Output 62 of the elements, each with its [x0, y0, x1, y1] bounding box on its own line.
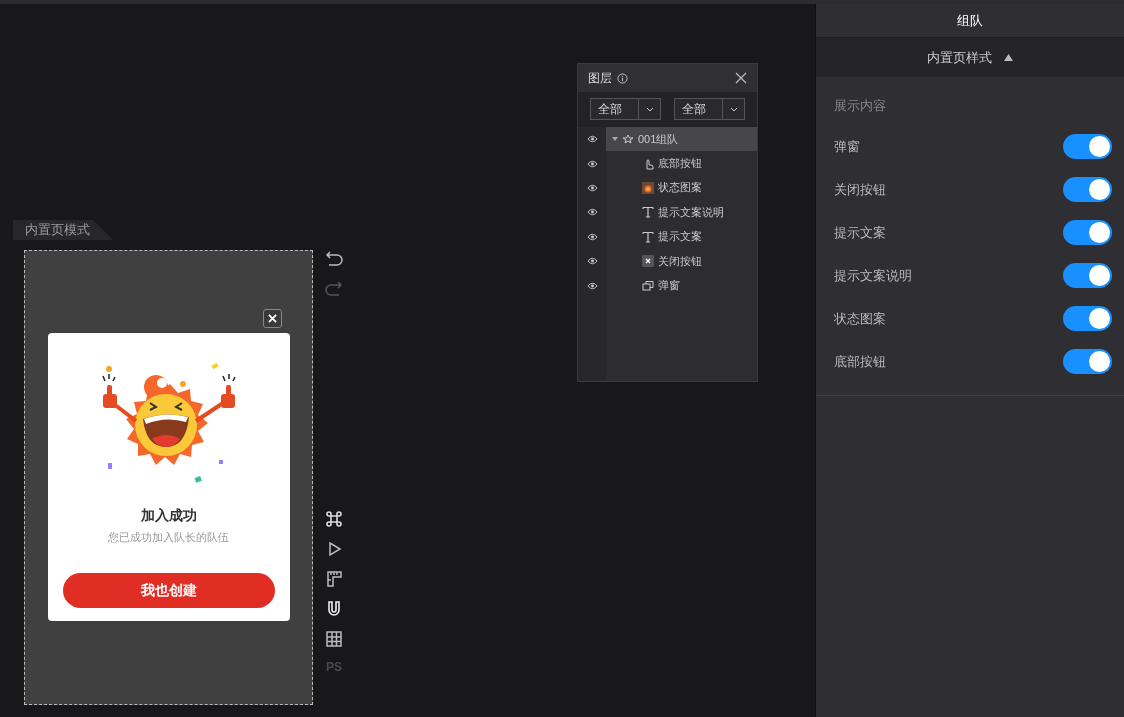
toggle-label: 关闭按钮 — [834, 180, 886, 199]
toggle-label: 底部按钮 — [834, 352, 886, 371]
layer-label: 底部按钮 — [658, 156, 702, 172]
star-icon — [622, 133, 634, 146]
eye-icon[interactable] — [586, 208, 598, 217]
ruler-icon[interactable] — [325, 570, 343, 588]
chevron-down-icon — [645, 106, 654, 112]
grid-icon[interactable] — [325, 630, 343, 648]
toggle-label: 状态图案 — [834, 309, 886, 328]
popup-subtitle: 您已成功加入队长的队伍 — [108, 530, 229, 545]
eye-icon[interactable] — [586, 281, 598, 290]
layer-label: 提示文案说明 — [658, 204, 724, 220]
toggle-switch[interactable] — [1063, 177, 1112, 202]
create-button[interactable]: 我也创建 — [62, 573, 275, 608]
eye-icon[interactable] — [586, 232, 598, 241]
close-icon[interactable] — [735, 72, 747, 84]
layer-label: 弹窗 — [658, 278, 680, 294]
close-button[interactable] — [263, 309, 282, 328]
text-icon — [642, 230, 654, 243]
panel-title: 图层 — [588, 69, 612, 87]
layer-label: 提示文案 — [658, 229, 702, 245]
eye-icon[interactable] — [586, 183, 598, 192]
sun-thumbnail-icon — [642, 181, 654, 194]
eye-icon[interactable] — [586, 257, 598, 266]
mode-tab[interactable]: 内置页模式 — [13, 220, 113, 240]
filter-dropdown[interactable]: 全部 — [674, 98, 745, 120]
toggle-switch[interactable] — [1063, 134, 1112, 159]
filter-dropdown[interactable]: 全部 — [590, 98, 661, 120]
close-icon — [268, 314, 277, 323]
command-icon[interactable] — [325, 510, 343, 528]
close-icon — [642, 255, 654, 268]
layer-item[interactable]: 弹窗 — [606, 273, 757, 298]
layer-item[interactable]: 001组队 — [606, 127, 757, 152]
section-header[interactable]: 内置页样式 — [816, 38, 1124, 77]
group-label: 展示内容 — [834, 97, 887, 115]
layer-item[interactable]: 提示文案 — [606, 224, 757, 249]
caret-up-icon — [1004, 54, 1013, 61]
eye-icon[interactable] — [586, 159, 598, 168]
layer-label: 状态图案 — [658, 180, 702, 196]
layer-label: 关闭按钮 — [658, 253, 702, 269]
window-icon — [642, 279, 654, 292]
toggle-switch[interactable] — [1063, 220, 1112, 245]
caret-down-icon[interactable] — [612, 136, 618, 143]
toggle-label: 提示文案 — [834, 223, 886, 242]
layer-item[interactable]: 提示文案说明 — [606, 200, 757, 225]
toggle-switch[interactable] — [1063, 349, 1112, 374]
info-icon[interactable] — [617, 72, 628, 84]
toggle-label: 弹窗 — [834, 137, 860, 156]
eye-icon[interactable] — [586, 135, 598, 144]
text-icon — [642, 206, 654, 219]
toggle-switch[interactable] — [1063, 306, 1112, 331]
layer-item[interactable]: 关闭按钮 — [606, 248, 757, 274]
layer-item[interactable]: 状态图案 — [606, 175, 757, 201]
layer-item[interactable]: 底部按钮 — [606, 151, 757, 176]
toggle-label: 提示文案说明 — [834, 266, 912, 285]
redo-icon[interactable] — [325, 280, 343, 298]
popup-title: 加入成功 — [140, 507, 197, 525]
magnet-icon[interactable] — [325, 600, 343, 618]
undo-icon[interactable] — [325, 250, 343, 268]
layer-label: 001组队 — [638, 131, 679, 147]
chevron-down-icon — [729, 106, 738, 112]
toggle-switch[interactable] — [1063, 263, 1112, 288]
